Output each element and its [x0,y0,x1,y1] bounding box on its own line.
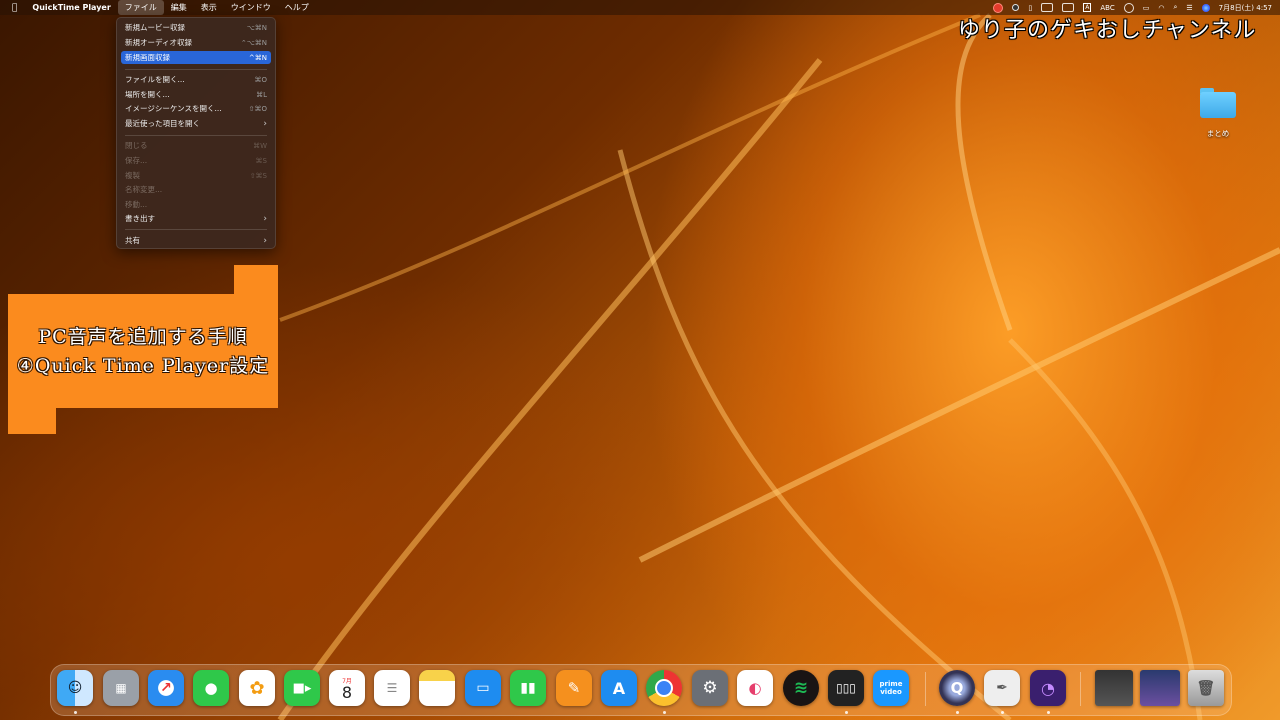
menu-separator [125,135,267,136]
battery-icon[interactable]: ▭ [1143,4,1150,12]
folder-label[interactable]: まとめ [1190,128,1246,139]
numbers-icon[interactable]: ▮▮ [510,670,546,706]
calendar-icon[interactable]: 7月 8 [329,670,365,706]
trash-icon[interactable]: 🗑 [1188,670,1224,706]
running-indicator [1047,711,1050,714]
quicktime-icon[interactable]: Q [939,670,975,706]
menu-item-open-file[interactable]: ファイルを開く... ⌘O [121,73,271,86]
user-icon[interactable] [1123,2,1134,13]
spotify-icon[interactable]: ≋ [783,670,819,706]
display-icon[interactable] [1041,3,1054,12]
dock-divider [1080,672,1081,706]
app-icon[interactable]: ◔ [1030,670,1066,706]
dock-divider [925,672,926,706]
input-source-icon[interactable]: A [1083,3,1092,12]
note-shape [8,407,56,434]
menu-item-duplicate: 複製 ⇧⌘S [125,171,267,180]
running-indicator [663,711,666,714]
note-subtitle: ④Quick Time Player設定 [16,355,270,377]
menu-edit[interactable]: 編集 [164,0,194,15]
menu-item-open-location[interactable]: 場所を開く... ⌘L [121,88,271,101]
siri-icon[interactable] [1201,3,1210,12]
note-shape [234,265,278,295]
notes-icon[interactable] [419,670,455,706]
menu-item-export[interactable]: 書き出す › [121,212,271,225]
input-source-label[interactable]: ABC [1100,4,1114,12]
wifi-icon[interactable]: ◠ [1158,4,1164,12]
messages-icon[interactable]: ● [193,670,229,706]
menu-help[interactable]: ヘルプ [278,0,316,15]
menu-item-rename: 名称変更... [125,185,163,194]
running-indicator [1001,711,1004,714]
running-indicator [845,711,848,714]
menu-item-open-recent[interactable]: 最近使った項目を開く › [121,117,271,130]
app-menu[interactable]: QuickTime Player [25,0,117,15]
safari-icon[interactable]: ↗ [148,670,184,706]
record-stop-icon[interactable] [993,2,1004,13]
window-thumbnail-icon[interactable] [1140,670,1180,706]
document-icon[interactable]: ▯ [1028,4,1032,12]
menu-separator [125,69,267,70]
menu-item-new-screen-recording[interactable]: 新規画面収録 ^⌘N [121,51,271,64]
menu-file[interactable]: ファイル [117,0,164,15]
folder-icon[interactable] [1198,88,1238,120]
photos-icon[interactable]: ✿ [239,670,275,706]
running-indicator [956,711,959,714]
control-center-icon[interactable]: ☰ [1186,4,1192,12]
menu-window[interactable]: ウインドウ [224,0,278,15]
facetime-icon[interactable]: ■▸ [284,670,320,706]
launchpad-icon[interactable]: ▦ [103,670,139,706]
reminders-icon[interactable]: ☰ [374,670,410,706]
chrome-icon[interactable] [646,670,682,706]
chevron-right-icon: › [263,118,267,129]
menu-item-save: 保存... ⌘S [125,156,267,165]
note-title: PC音声を追加する手順 [38,326,248,348]
menu-item-open-image-sequence[interactable]: イメージシーケンスを開く... ⇧⌘O [121,102,271,115]
menu-separator [125,229,267,230]
calendar-day: 8 [341,682,353,702]
apple-icon[interactable]:  [0,3,25,13]
pages-icon[interactable]: ✎ [556,670,592,706]
search-icon[interactable]: ⌕ [1173,3,1177,12]
finder-icon[interactable]: ☺ [57,670,93,706]
menu-item-share[interactable]: 共有 › [121,234,271,247]
status-circle-icon[interactable] [1012,4,1020,11]
system-settings-icon[interactable]: ⚙ [692,670,728,706]
file-menu-dropdown: 新規ムービー収録 ⌥⌘N 新規オーディオ収録 ⌃⌥⌘N 新規画面収録 ^⌘N ファイル… [116,17,276,249]
prime-video-icon[interactable]: prime video [873,670,909,706]
running-indicator [74,711,77,714]
menu-item-new-audio[interactable]: 新規オーディオ収録 ⌃⌥⌘N [121,36,271,49]
menu-view[interactable]: 表示 [194,0,224,15]
vrew-icon[interactable]: ◐ [737,670,773,706]
clock[interactable]: 7月8日(土) 4:57 [1219,3,1272,13]
keynote-icon[interactable]: ▭ [465,670,501,706]
textedit-icon[interactable]: ✒ [984,670,1020,706]
window-icon[interactable] [1062,3,1075,12]
chevron-right-icon: › [263,213,267,224]
app-store-icon[interactable]: A [601,670,637,706]
menu-item-new-movie[interactable]: 新規ムービー収録 ⌥⌘N [121,21,271,34]
piano-icon[interactable]: ▯▯▯ [828,670,864,706]
window-thumbnail-icon[interactable] [1095,670,1133,706]
menu-item-move: 移動... [125,200,148,209]
prime-video-label: prime video [879,680,903,696]
menu-item-close: 閉じる ⌘W [125,141,267,150]
channel-title: ゆり子のゲキおしチャンネル [958,18,1257,43]
chevron-right-icon: › [263,235,267,246]
